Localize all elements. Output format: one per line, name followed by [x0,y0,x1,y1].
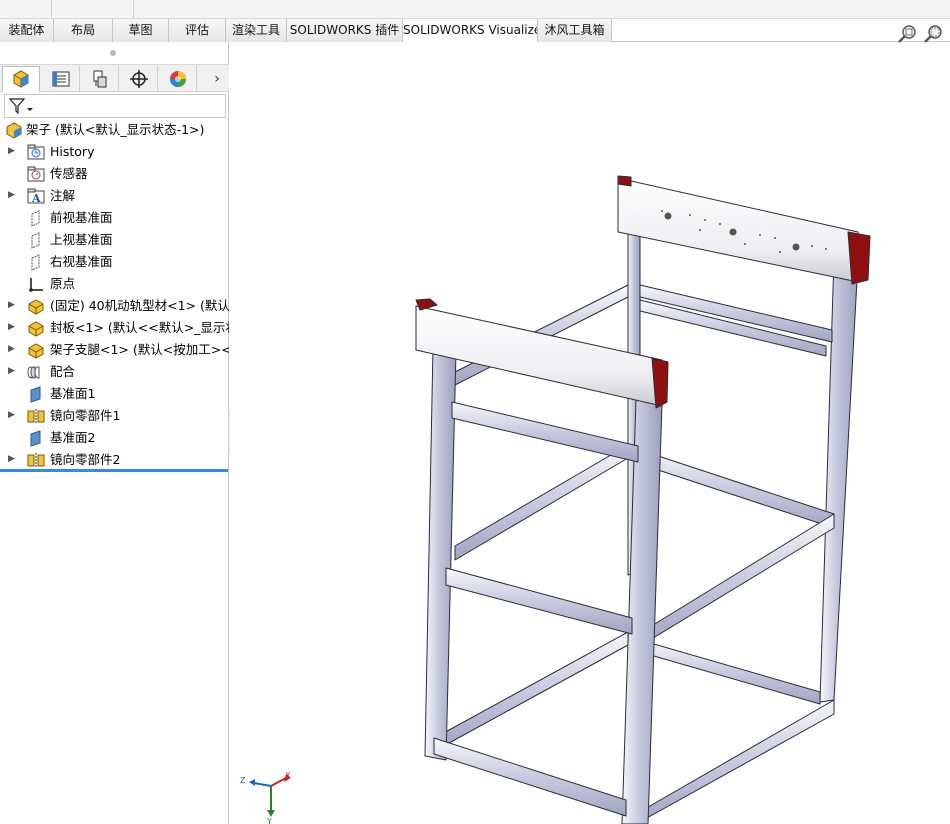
tree-item-origin[interactable]: 原点 [0,273,229,295]
expand-arrow-icon[interactable]: ▶ [8,344,16,354]
tree-item-label: 原点 [50,276,76,291]
origin-icon [29,278,43,292]
solidworks-window: 装配体 布局 草图 评估 渲染工具 SOLIDWORKS 插件 SOLIDWOR… [0,0,950,824]
property-manager-icon [52,71,69,87]
coordinate-triad-icon: X Y Z [240,771,291,824]
rollback-bar[interactable] [0,469,228,472]
tab-solidworks-visualize[interactable]: SOLIDWORKS Visualize [403,19,538,42]
tree-item-label: 上视基准面 [50,232,113,247]
tree-item-label: 配合 [50,364,76,379]
dimxpert-manager-icon [129,70,148,88]
frame-model [415,175,871,824]
annotation-icon: A [27,188,45,205]
dimxpert-manager-tab[interactable] [120,66,158,92]
tab-evaluate[interactable]: 评估 [169,19,226,42]
tab-render-tools[interactable]: 渲染工具 [226,19,287,42]
tree-item-rack-leg[interactable]: ▶ 架子支腿<1> (默认<按加工><< [0,339,229,361]
tab-solidworks-addins[interactable]: SOLIDWORKS 插件 [287,19,403,42]
expand-arrow-icon[interactable]: ▶ [8,454,16,464]
expand-arrow-icon[interactable]: ▶ [8,190,16,200]
plane-icon [31,254,40,271]
tree-item-label: (固定) 40机动轨型材<1> (默认< [50,298,229,313]
tab-sketch[interactable]: 草图 [113,19,169,42]
triad-y-label: Y [266,817,272,824]
tree-item-annotations[interactable]: ▶ A 注解 [0,185,229,207]
expand-arrow-icon[interactable]: ▶ [8,322,16,332]
svg-text:A: A [31,192,41,205]
mirror-component-icon [27,409,45,424]
mates-icon [27,366,40,379]
tree-item-label: 基准面1 [50,386,96,401]
plane-icon [31,232,40,249]
display-manager-tab[interactable] [159,66,197,92]
tree-item-label: History [50,144,95,159]
sensor-icon [27,166,45,182]
tree-item-label: 镜向零部件2 [50,452,121,467]
command-manager-tabs: 装配体 布局 草图 评估 渲染工具 SOLIDWORKS 插件 SOLIDWOR… [0,19,950,42]
mirror-component-icon [27,453,45,468]
tree-item-label: 右视基准面 [50,254,113,269]
feature-manager-icon [13,70,29,88]
tree-item-label: 基准面2 [50,430,96,445]
expand-arrow-icon[interactable]: ▶ [8,146,16,156]
expand-arrow-icon[interactable]: ▶ [8,300,16,310]
tree-item-right-plane[interactable]: 右视基准面 [0,251,229,273]
manager-icon-tabs: › [0,64,229,92]
triad-x-label: X [285,771,291,780]
tree-item-mates[interactable]: ▶ 配合 [0,361,229,383]
tree-item-label: 镜向零部件1 [50,408,121,423]
filter-icon[interactable] [8,97,34,116]
tree-item-mirror1[interactable]: ▶ 镜向零部件1 [0,405,229,427]
property-manager-tab[interactable] [42,66,80,92]
display-manager-icon [169,71,186,87]
plane-icon [31,210,40,227]
tree-item-rail-profile[interactable]: ▶ (固定) 40机动轨型材<1> (默认< [0,295,229,317]
tree-item-sensors[interactable]: 传感器 [0,163,229,185]
tree-item-plane2[interactable]: 基准面2 [0,427,229,449]
tab-assembly[interactable]: 装配体 [0,19,54,42]
tree-item-label: 封板<1> (默认<<默认>_显示状态 [50,320,229,335]
tree-item-cover-plate[interactable]: ▶ 封板<1> (默认<<默认>_显示状态 [0,317,229,339]
configuration-manager-icon [93,70,106,88]
tree-filter-bar[interactable] [4,94,226,118]
assembly-icon [6,122,22,139]
tree-root-label: 架子 (默认<默认_显示状态-1>) [26,122,205,137]
feature-manager-tab[interactable] [2,66,40,92]
tree-item-label: 前视基准面 [50,210,113,225]
tree-item-history[interactable]: ▶ History [0,141,229,163]
tree-item-label: 架子支腿<1> (默认<按加工><< [50,342,229,357]
ref-plane-icon [30,430,41,447]
tab-layout[interactable]: 布局 [54,19,113,42]
tab-mufeng-toolbox[interactable]: 沐风工具箱 [538,19,612,42]
tree-item-plane1[interactable]: 基准面1 [0,383,229,405]
tree-root[interactable]: 架子 (默认<默认_显示状态-1>) [0,119,229,141]
part-icon [28,299,44,315]
expand-arrow-icon[interactable]: ▶ [8,410,16,420]
tree-item-mirror2[interactable]: ▶ 镜向零部件2 [0,449,229,471]
expand-arrow-icon[interactable]: ▶ [8,366,16,376]
tree-item-top-plane[interactable]: 上视基准面 [0,229,229,251]
part-icon [28,343,44,359]
tree-item-front-plane[interactable]: 前视基准面 [0,207,229,229]
tree-item-label: 传感器 [50,166,88,181]
panel-grip[interactable] [110,50,116,56]
zoom-to-fit-icon[interactable] [897,24,917,44]
triad-z-label: Z [240,776,246,785]
more-tabs-arrow[interactable]: › [209,69,225,89]
feature-manager-panel: › 架子 (默认<默认_显示状态-1>) ▶ History 传感器 ▶ A 注… [0,42,229,824]
tree-item-label: 注解 [50,188,76,203]
history-folder-icon [27,144,45,160]
zoom-to-area-icon[interactable] [923,24,943,44]
graphics-area[interactable] [230,43,950,824]
title-strip [0,0,950,19]
ref-plane-icon [30,386,41,403]
part-icon [28,321,44,337]
configuration-manager-tab[interactable] [81,66,119,92]
